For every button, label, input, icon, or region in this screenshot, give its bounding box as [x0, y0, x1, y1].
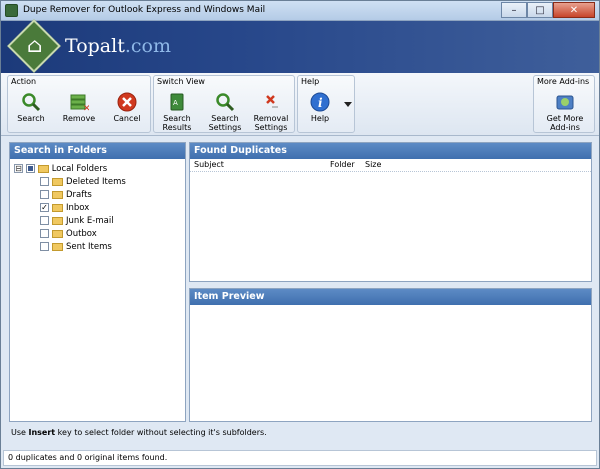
group-title-switch-view: Switch View: [157, 77, 205, 86]
brand-banner: ⌂ Topalt.com: [1, 19, 599, 73]
tree-item-label: Deleted Items: [66, 177, 126, 187]
tree-item-outbox[interactable]: Outbox: [14, 228, 126, 241]
tree-item-label: Junk E-mail: [66, 216, 114, 226]
folder-icon: [52, 190, 63, 199]
help-button[interactable]: i Help: [298, 92, 342, 132]
red-x-icon: [266, 95, 278, 108]
cancel-button[interactable]: Cancel: [104, 92, 150, 132]
outbox-checkbox[interactable]: [40, 229, 49, 238]
ribbon-group-switch-view: Switch View A Search Results Search Settin…: [153, 75, 295, 133]
stack-remove-icon: ✕: [70, 94, 89, 112]
column-header-folder[interactable]: Folder: [330, 160, 355, 169]
magnifier-icon: [216, 93, 235, 112]
status-bar: 0 duplicates and 0 original items found.: [3, 450, 597, 466]
folders-panel: Search in Folders ⊟ Local Folders Delete…: [9, 142, 186, 422]
get-more-addins-button[interactable]: Get More Add-ins: [540, 92, 590, 132]
folder-icon: [52, 242, 63, 251]
red-x-icon: [117, 92, 137, 112]
maximize-button[interactable]: □: [527, 2, 553, 18]
sent-items-checkbox[interactable]: [40, 242, 49, 251]
folder-icon: [52, 216, 63, 225]
folder-icon: [52, 203, 63, 212]
tree-item-sent-items[interactable]: Sent Items: [14, 241, 126, 254]
ribbon-group-more-addins: More Add-ins Get More Add-ins: [533, 75, 595, 133]
tree-item-label: Local Folders: [51, 164, 108, 174]
insert-key-hint: Use Insert key to select folder without …: [11, 428, 267, 437]
tree-item-label: Outbox: [66, 229, 97, 239]
minimize-button[interactable]: –: [501, 2, 527, 18]
logo-house-icon: ⌂: [27, 33, 43, 57]
window-controls: – □ ✕: [501, 2, 595, 18]
tree-item-label: Sent Items: [66, 242, 112, 252]
column-header-subject[interactable]: Subject: [194, 160, 224, 169]
inbox-checkbox[interactable]: ✓: [40, 203, 49, 212]
deleted-items-checkbox[interactable]: [40, 177, 49, 186]
tree-item-label: Inbox: [66, 203, 90, 213]
preview-panel-title: Item Preview: [190, 289, 591, 305]
results-book-icon: A: [170, 93, 184, 111]
removal-settings-button[interactable]: Removal Settings: [248, 92, 294, 132]
title-bar: Dupe Remover for Outlook Express and Win…: [1, 1, 599, 21]
duplicates-panel: Found Duplicates Subject Folder Size: [189, 142, 592, 282]
search-button[interactable]: Search: [8, 92, 54, 132]
help-dropdown-arrow-icon[interactable]: [344, 102, 352, 107]
group-title-help: Help: [301, 77, 320, 86]
search-settings-label: Search Settings: [208, 114, 242, 132]
search-results-button[interactable]: A Search Results: [154, 92, 200, 132]
ribbon-group-help: Help i Help: [297, 75, 355, 133]
folder-icon: [52, 229, 63, 238]
search-results-label: Search Results: [162, 114, 192, 132]
drafts-checkbox[interactable]: [40, 190, 49, 199]
column-header-size[interactable]: Size: [365, 160, 381, 169]
duplicates-panel-title: Found Duplicates: [190, 143, 591, 159]
addins-icon: [556, 95, 574, 110]
tree-item-deleted-items[interactable]: Deleted Items: [14, 176, 126, 189]
remove-button-label: Remove: [62, 114, 96, 123]
cancel-button-label: Cancel: [113, 114, 141, 123]
tree-item-junk-email[interactable]: Junk E-mail: [14, 215, 126, 228]
tree-item-drafts[interactable]: Drafts: [14, 189, 126, 202]
help-button-label: Help: [310, 114, 330, 123]
tree-item-label: Drafts: [66, 190, 92, 200]
header-divider: [190, 171, 591, 172]
folder-tree: ⊟ Local Folders Deleted Items Drafts ✓ In…: [14, 163, 126, 254]
tree-root-local-folders[interactable]: ⊟ Local Folders: [14, 163, 126, 176]
junk-email-checkbox[interactable]: [40, 216, 49, 225]
app-icon: [5, 4, 18, 17]
brand-name: Topalt.com: [65, 35, 171, 57]
group-title-more-addins: More Add-ins: [537, 77, 590, 86]
search-button-label: Search: [17, 114, 45, 123]
svg-text:A: A: [173, 99, 178, 107]
svg-text:i: i: [318, 96, 323, 110]
ribbon-group-action: Action Search ✕ Remove Cancel: [7, 75, 151, 133]
svg-text:✕: ✕: [83, 104, 89, 112]
ribbon-toolbar: Action Search ✕ Remove Cancel Switch Vie…: [1, 73, 599, 136]
removal-settings-label: Removal Settings: [253, 114, 289, 132]
window-title: Dupe Remover for Outlook Express and Win…: [23, 5, 266, 15]
tree-item-inbox[interactable]: ✓ Inbox: [14, 202, 126, 215]
preview-panel: Item Preview: [189, 288, 592, 422]
folders-panel-title: Search in Folders: [10, 143, 185, 159]
info-icon: i: [310, 92, 330, 112]
app-window: Dupe Remover for Outlook Express and Win…: [0, 0, 600, 469]
remove-button[interactable]: ✕ Remove: [56, 92, 102, 132]
magnifier-icon: [22, 93, 41, 112]
group-title-action: Action: [11, 77, 37, 86]
collapse-icon[interactable]: ⊟: [14, 164, 23, 173]
folder-icon: [52, 177, 63, 186]
search-settings-button[interactable]: Search Settings: [202, 92, 248, 132]
close-button[interactable]: ✕: [553, 2, 595, 18]
get-more-addins-label: Get More Add-ins: [546, 114, 584, 132]
local-folders-checkbox[interactable]: [25, 164, 35, 173]
folder-icon: [37, 164, 49, 173]
